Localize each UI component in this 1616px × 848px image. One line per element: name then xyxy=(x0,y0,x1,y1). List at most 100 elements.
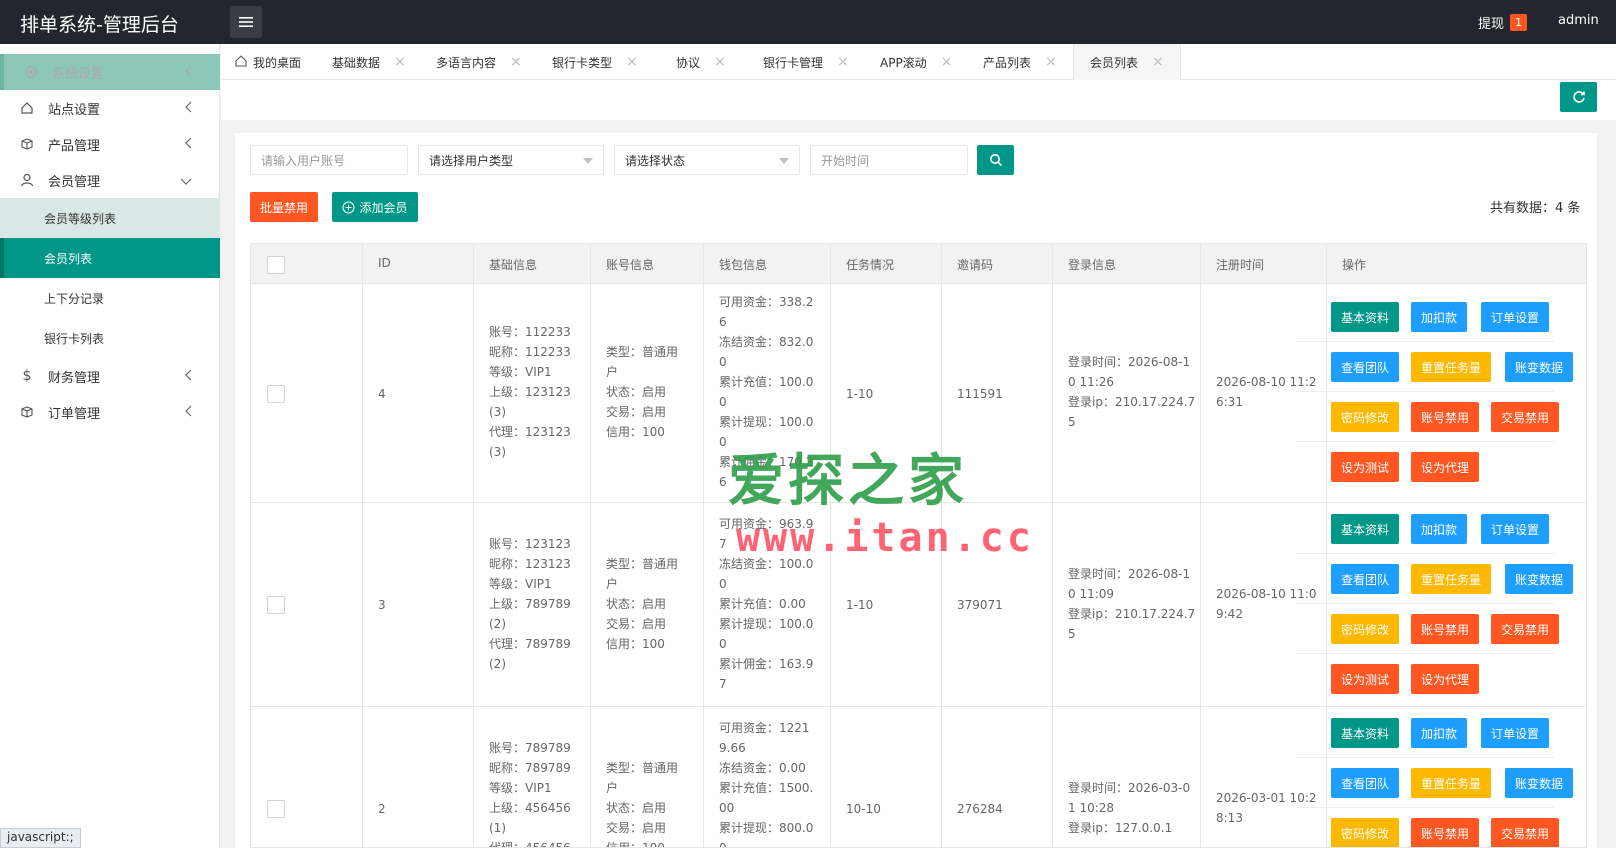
hamburger-icon xyxy=(239,17,253,27)
order-settings-button[interactable]: 订单设置 xyxy=(1481,302,1549,332)
basic-info-button[interactable]: 基本资料 xyxy=(1331,302,1399,332)
reset-task-button[interactable]: 重置任务量 xyxy=(1411,564,1491,594)
column-divider xyxy=(473,244,474,847)
row-account-info: 类型：普通用户状态：启用 交易：启用 信用：100 xyxy=(606,761,679,848)
tab-agreement[interactable]: 协议 × xyxy=(676,44,726,80)
sidebar-item-orders[interactable]: 订单管理 xyxy=(0,394,220,430)
close-icon[interactable]: × xyxy=(510,54,522,70)
change-password-button[interactable]: 密码修改 xyxy=(1331,614,1399,644)
close-icon[interactable]: × xyxy=(394,54,406,70)
close-icon[interactable]: × xyxy=(1152,54,1164,70)
disable-trade-button[interactable]: 交易禁用 xyxy=(1491,818,1559,847)
tab-app-scroll[interactable]: APP滚动 × xyxy=(880,44,952,80)
row-register-time: 2026-08-10 11:2 6:31 xyxy=(1216,375,1317,409)
sidebar-item-finance[interactable]: $ 财务管理 xyxy=(0,358,220,394)
order-settings-button[interactable]: 订单设置 xyxy=(1481,718,1549,748)
status-select[interactable]: 请选择状态 xyxy=(614,145,800,175)
row-register-time: 2026-03-01 10:2 8:13 xyxy=(1216,791,1317,825)
sidebar-item-label: 站点设置 xyxy=(48,102,101,118)
change-password-button[interactable]: 密码修改 xyxy=(1331,402,1399,432)
set-agent-button[interactable]: 设为代理 xyxy=(1411,452,1479,482)
close-icon[interactable]: × xyxy=(1045,54,1057,70)
adjust-balance-button[interactable]: 加扣款 xyxy=(1411,718,1467,748)
reset-task-button[interactable]: 重置任务量 xyxy=(1411,352,1491,382)
tab-desktop[interactable]: 我的桌面 xyxy=(235,44,301,80)
add-member-button[interactable]: 添加会员 xyxy=(332,192,418,222)
sidebar-item-site-settings[interactable]: 站点设置 xyxy=(0,90,220,126)
row-id: 2 xyxy=(378,802,386,816)
view-team-button[interactable]: 查看团队 xyxy=(1331,352,1399,382)
withdraw-link[interactable]: 提现 xyxy=(1478,13,1504,32)
tab-member-list[interactable]: 会员列表 × xyxy=(1073,44,1181,80)
sidebar-subitem-score-records[interactable]: 上下分记录 xyxy=(0,278,220,318)
search-button[interactable] xyxy=(977,145,1014,175)
row-task: 10-10 xyxy=(846,802,881,816)
sidebar-item-product-management[interactable]: 产品管理 xyxy=(0,126,220,162)
column-header-id: ID xyxy=(378,256,391,270)
user-type-select[interactable]: 请选择用户类型 xyxy=(418,145,604,175)
set-agent-button[interactable]: 设为代理 xyxy=(1411,664,1479,694)
row-checkbox[interactable] xyxy=(267,800,285,818)
column-divider xyxy=(590,244,591,847)
user-icon xyxy=(18,171,36,189)
basic-info-button[interactable]: 基本资料 xyxy=(1331,514,1399,544)
set-test-button[interactable]: 设为测试 xyxy=(1331,664,1399,694)
basic-info-button[interactable]: 基本资料 xyxy=(1331,718,1399,748)
tab-multilang[interactable]: 多语言内容 × xyxy=(436,44,522,80)
balance-log-button[interactable]: 账变数据 xyxy=(1505,564,1573,594)
order-settings-button[interactable]: 订单设置 xyxy=(1481,514,1549,544)
tab-basic-data[interactable]: 基础数据 × xyxy=(332,44,406,80)
sidebar-subitem-bank-cards[interactable]: 银行卡列表 xyxy=(0,318,220,358)
column-divider xyxy=(362,244,363,847)
tab-bank-card-mgmt[interactable]: 银行卡管理 × xyxy=(763,44,849,80)
tab-bank-card-types[interactable]: 银行卡类型 × xyxy=(552,44,638,80)
row-divider xyxy=(251,706,1586,707)
select-all-checkbox[interactable] xyxy=(267,256,285,274)
sidebar-item-member-management[interactable]: 会员管理 xyxy=(0,162,220,198)
adjust-balance-button[interactable]: 加扣款 xyxy=(1411,514,1467,544)
sidebar-subitem-member-list[interactable]: 会员列表 xyxy=(0,238,220,278)
chevron-left-icon xyxy=(184,101,192,117)
start-time-input[interactable]: 开始时间 xyxy=(810,145,968,175)
change-password-button[interactable]: 密码修改 xyxy=(1331,818,1399,847)
column-header-task: 任务情况 xyxy=(846,258,895,272)
reset-task-button[interactable]: 重置任务量 xyxy=(1411,768,1491,798)
sidebar-item-system-settings[interactable]: 系统设置 xyxy=(0,54,220,90)
sidebar-item-label: 产品管理 xyxy=(48,138,101,154)
disable-account-button[interactable]: 账号禁用 xyxy=(1411,818,1479,847)
row-checkbox[interactable] xyxy=(267,385,285,403)
row-login-info: 登录时间：2026-08-1 0 11:26 登录ip：210.17.224.7 5 xyxy=(1068,355,1196,429)
balance-log-button[interactable]: 账变数据 xyxy=(1505,352,1573,382)
adjust-balance-button[interactable]: 加扣款 xyxy=(1411,302,1467,332)
user-menu[interactable]: admin xyxy=(1558,13,1599,28)
chevron-left-icon xyxy=(184,65,192,81)
tab-product-list[interactable]: 产品列表 × xyxy=(983,44,1057,80)
disable-account-button[interactable]: 账号禁用 xyxy=(1411,614,1479,644)
disable-trade-button[interactable]: 交易禁用 xyxy=(1491,402,1559,432)
row-wallet-info: 可用资金：1221 9.66 冻结资金：0.00 累计充值：1500. 00 累计提现：8… xyxy=(719,721,814,848)
view-team-button[interactable]: 查看团队 xyxy=(1331,564,1399,594)
close-icon[interactable]: × xyxy=(941,54,953,70)
row-checkbox[interactable] xyxy=(267,596,285,614)
batch-disable-button[interactable]: 批量禁用 xyxy=(250,192,318,222)
menu-toggle-button[interactable] xyxy=(230,6,262,38)
gear-icon xyxy=(22,63,40,81)
close-icon[interactable]: × xyxy=(626,54,638,70)
view-team-button[interactable]: 查看团队 xyxy=(1331,768,1399,798)
op-divider xyxy=(1296,603,1554,604)
sidebar-subitem-member-levels[interactable]: 会员等级列表 xyxy=(0,198,220,238)
op-divider xyxy=(1296,441,1554,442)
set-test-button[interactable]: 设为测试 xyxy=(1331,452,1399,482)
close-icon[interactable]: × xyxy=(837,54,849,70)
balance-log-button[interactable]: 账变数据 xyxy=(1505,768,1573,798)
disable-account-button[interactable]: 账号禁用 xyxy=(1411,402,1479,432)
row-login-info: 登录时间：2026-08-1 0 11:09 登录ip：210.17.224.7 5 xyxy=(1068,567,1196,641)
refresh-button[interactable] xyxy=(1560,82,1597,112)
box-icon xyxy=(18,135,36,153)
close-icon[interactable]: × xyxy=(714,54,726,70)
chevron-left-icon xyxy=(184,137,192,153)
row-account-info: 类型：普通用户状态：启用 交易：启用 信用：100 xyxy=(606,557,679,651)
disable-trade-button[interactable]: 交易禁用 xyxy=(1491,614,1559,644)
withdraw-badge: 1 xyxy=(1510,14,1527,31)
account-search-input[interactable]: 请输入用户账号 xyxy=(250,145,408,175)
